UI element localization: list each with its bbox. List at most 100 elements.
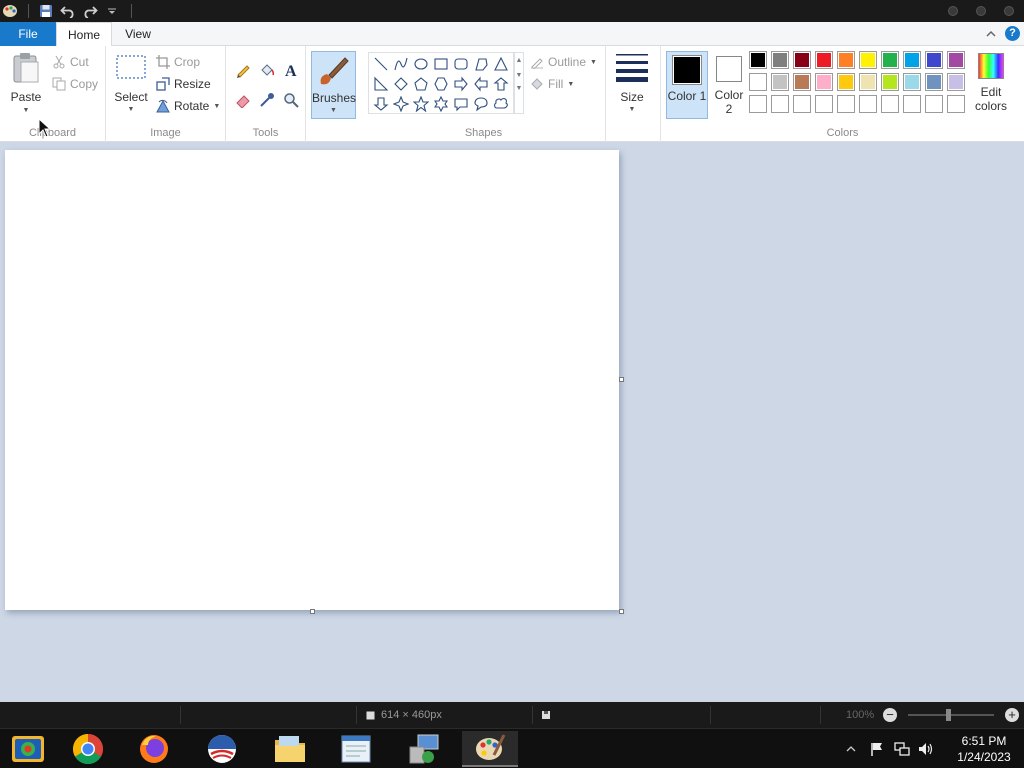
palette-swatch[interactable] [947, 51, 965, 69]
right-arrow-shape-icon[interactable] [453, 76, 469, 92]
resize-handle-corner[interactable] [619, 609, 624, 614]
palette-swatch[interactable] [903, 73, 921, 91]
line-shape-icon[interactable] [373, 56, 389, 72]
undo-icon[interactable] [57, 0, 79, 22]
color1-button[interactable]: Color 1 [666, 51, 708, 119]
copy-button[interactable]: Copy [52, 74, 98, 94]
palette-swatch[interactable] [837, 95, 855, 113]
rounded-callout-shape-icon[interactable] [453, 96, 469, 112]
palette-swatch[interactable] [903, 95, 921, 113]
pentagon-shape-icon[interactable] [413, 76, 429, 92]
crop-button[interactable]: Crop [156, 52, 200, 72]
tab-file[interactable]: File [0, 22, 56, 46]
diamond-shape-icon[interactable] [393, 76, 409, 92]
palette-swatch[interactable] [859, 73, 877, 91]
tab-view[interactable]: View [112, 22, 164, 46]
six-point-star-shape-icon[interactable] [433, 96, 449, 112]
fill-tool[interactable] [256, 60, 278, 80]
action-center-flag-icon[interactable] [870, 742, 884, 756]
taskbar-clock[interactable]: 6:51 PM 1/24/2023 [944, 733, 1024, 765]
palette-swatch[interactable] [815, 95, 833, 113]
maximize-button[interactable] [976, 6, 986, 16]
polygon-shape-icon[interactable] [473, 56, 489, 72]
network-icon[interactable] [894, 742, 910, 756]
palette-swatch[interactable] [749, 51, 767, 69]
paste-button[interactable]: Paste ▼ [6, 52, 46, 116]
palette-swatch[interactable] [925, 51, 943, 69]
palette-swatch[interactable] [947, 73, 965, 91]
close-button[interactable] [1004, 6, 1014, 16]
palette-swatch[interactable] [793, 51, 811, 69]
left-arrow-shape-icon[interactable] [473, 76, 489, 92]
cloud-callout-shape-icon[interactable] [493, 96, 509, 112]
fill-dropdown-icon[interactable]: ▼ [567, 81, 574, 88]
edit-colors-button[interactable]: Edit colors [971, 51, 1011, 119]
zoom-slider-thumb[interactable] [946, 709, 951, 721]
text-tool[interactable]: A [280, 60, 302, 80]
magnifier-tool[interactable] [280, 90, 302, 110]
curve-shape-icon[interactable] [393, 56, 409, 72]
outline-button[interactable]: Outline ▼ [530, 52, 597, 72]
size-dropdown-icon[interactable]: ▼ [612, 106, 652, 113]
shapes-scroll-down-icon[interactable]: ▼ [515, 72, 523, 79]
palette-swatch[interactable] [793, 73, 811, 91]
palette-swatch[interactable] [881, 51, 899, 69]
taskbar-file-explorer[interactable] [262, 731, 318, 767]
right-triangle-shape-icon[interactable] [373, 76, 389, 92]
palette-swatch[interactable] [837, 73, 855, 91]
minimize-button[interactable] [948, 6, 958, 16]
paint-app-icon[interactable] [0, 0, 20, 22]
resize-handle-right[interactable] [619, 377, 624, 382]
rotate-button[interactable]: Rotate ▼ [156, 96, 220, 116]
up-arrow-shape-icon[interactable] [493, 76, 509, 92]
save-icon[interactable] [35, 0, 57, 22]
customize-dropdown-icon[interactable] [101, 0, 123, 22]
brushes-dropdown-icon[interactable]: ▼ [312, 107, 355, 114]
paste-dropdown-icon[interactable]: ▼ [6, 107, 46, 114]
eraser-tool[interactable] [232, 90, 254, 110]
palette-swatch[interactable] [925, 73, 943, 91]
resize-button[interactable]: Resize [156, 74, 211, 94]
shapes-gallery[interactable] [368, 52, 514, 114]
taskbar-notepad[interactable] [328, 731, 384, 767]
rectangle-shape-icon[interactable] [433, 56, 449, 72]
oval-callout-shape-icon[interactable] [473, 96, 489, 112]
outline-dropdown-icon[interactable]: ▼ [590, 59, 597, 66]
five-point-star-shape-icon[interactable] [413, 96, 429, 112]
down-arrow-shape-icon[interactable] [373, 96, 389, 112]
palette-swatch[interactable] [771, 73, 789, 91]
shapes-scroll-up-icon[interactable]: ▲ [515, 57, 523, 64]
resize-handle-bottom[interactable] [310, 609, 315, 614]
cut-button[interactable]: Cut [52, 52, 89, 72]
shapes-gallery-scroll[interactable]: ▲ ▼ ▼ [514, 52, 524, 114]
redo-icon[interactable] [79, 0, 101, 22]
palette-swatch[interactable] [749, 73, 767, 91]
select-dropdown-icon[interactable]: ▼ [112, 106, 150, 113]
fill-button[interactable]: Fill ▼ [530, 74, 574, 94]
taskbar-paint[interactable] [462, 731, 518, 767]
show-hidden-icons-icon[interactable] [846, 745, 856, 753]
rounded-rectangle-shape-icon[interactable] [453, 56, 469, 72]
palette-swatch[interactable] [749, 95, 767, 113]
oval-shape-icon[interactable] [413, 56, 429, 72]
brushes-button[interactable]: Brushes ▼ [311, 51, 356, 119]
taskbar-photos[interactable] [0, 731, 56, 767]
palette-swatch[interactable] [793, 95, 811, 113]
palette-swatch[interactable] [903, 51, 921, 69]
volume-icon[interactable] [918, 742, 934, 756]
shapes-gallery-expand-icon[interactable]: ▼ [515, 85, 523, 92]
taskbar-chrome[interactable] [60, 731, 116, 767]
palette-swatch[interactable] [859, 95, 877, 113]
taskbar-obama[interactable] [194, 731, 250, 767]
tab-home[interactable]: Home [56, 22, 112, 47]
select-button[interactable]: Select ▼ [112, 54, 150, 116]
palette-swatch[interactable] [881, 73, 899, 91]
taskbar-firefox[interactable] [126, 731, 182, 767]
palette-swatch[interactable] [859, 51, 877, 69]
palette-swatch[interactable] [771, 51, 789, 69]
palette-swatch[interactable] [837, 51, 855, 69]
zoom-in-button[interactable]: + [1005, 708, 1019, 722]
pencil-tool[interactable] [232, 60, 254, 80]
hexagon-shape-icon[interactable] [433, 76, 449, 92]
palette-swatch[interactable] [881, 95, 899, 113]
